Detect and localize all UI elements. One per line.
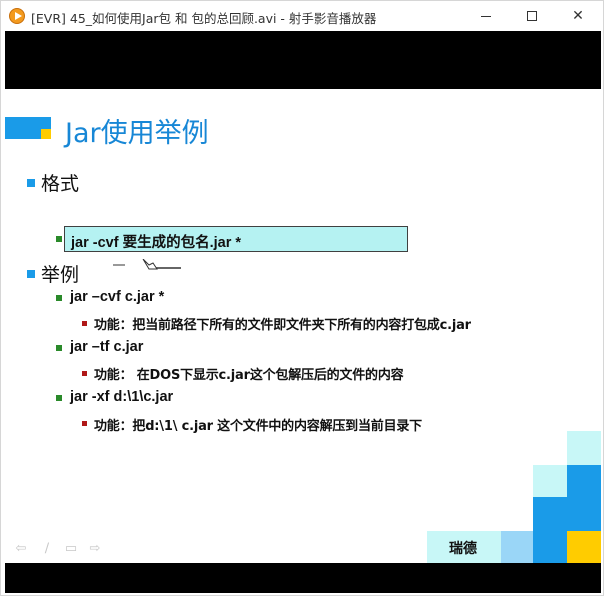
decor-block [567, 531, 601, 563]
player-logo-icon[interactable] [9, 8, 25, 24]
decor-block [501, 531, 533, 563]
decor-block [567, 431, 601, 465]
company-label-box: 瑞德 [427, 531, 501, 563]
maximize-icon [527, 11, 537, 21]
bullet-square [27, 270, 35, 278]
slide-title: Jar使用举例 [65, 118, 209, 149]
bullet-square [56, 295, 62, 301]
company-name: 瑞德 [449, 541, 477, 557]
bullet-square [56, 236, 62, 242]
maximize-button[interactable] [509, 1, 555, 31]
minimize-button[interactable] [463, 1, 509, 31]
format-command-text: jar -cvf 要生成的包名.jar * [71, 235, 242, 251]
decor-block [533, 531, 567, 563]
bullet-square [27, 179, 35, 187]
example-command-2: jar –tf c.jar [70, 339, 144, 355]
window-title: [EVR] 45_如何使用Jar包 和 包的总回顾.avi - 射手影音播放器 [31, 11, 377, 26]
pen-icon[interactable]: ∕ [39, 542, 55, 556]
bullet-square [82, 371, 87, 376]
format-command-box: jar -cvf 要生成的包名.jar * [64, 226, 408, 252]
player-window: [EVR] 45_如何使用Jar包 和 包的总回顾.avi - 射手影音播放器 … [0, 0, 604, 596]
decor-block [567, 465, 601, 497]
example-note-3: 功能：把d:\1\ c.jar 这个文件中的内容解压到当前目录下 [94, 419, 422, 434]
decor-block [533, 497, 567, 531]
example-note-2: 功能： 在DOS下显示c.jar这个包解压后的文件的内容 [94, 368, 404, 383]
title-bar[interactable]: [EVR] 45_如何使用Jar包 和 包的总回顾.avi - 射手影音播放器 … [1, 1, 603, 31]
menu-icon[interactable]: ▭ [63, 542, 79, 556]
title-decoration-accent [41, 129, 51, 139]
close-icon: ✕ [572, 8, 584, 24]
arrow-right-icon[interactable]: ⇨ [87, 542, 103, 556]
bullet-square [56, 345, 62, 351]
bullet-square [82, 421, 87, 426]
decor-block [567, 497, 601, 531]
slide: Jar使用举例 格式 jar -cvf 要生成的包名.jar * 举例 jar … [5, 89, 601, 563]
example-command-1: jar –cvf c.jar * [70, 289, 165, 305]
section-heading-examples: 举例 [41, 264, 80, 286]
example-note-1: 功能：把当前路径下所有的文件即文件夹下所有的内容打包成c.jar [94, 318, 471, 333]
bullet-square [56, 395, 62, 401]
example-command-3: jar -xf d:\1\c.jar [70, 389, 174, 405]
decor-block [533, 465, 567, 497]
arrow-left-icon[interactable]: ⇦ [13, 542, 29, 556]
bullet-square [82, 321, 87, 326]
video-area[interactable]: Jar使用举例 格式 jar -cvf 要生成的包名.jar * 举例 jar … [5, 31, 601, 593]
cursor-icon [113, 259, 181, 270]
minimize-icon [481, 15, 491, 17]
section-heading-format: 格式 [41, 173, 80, 195]
close-button[interactable]: ✕ [555, 1, 601, 31]
